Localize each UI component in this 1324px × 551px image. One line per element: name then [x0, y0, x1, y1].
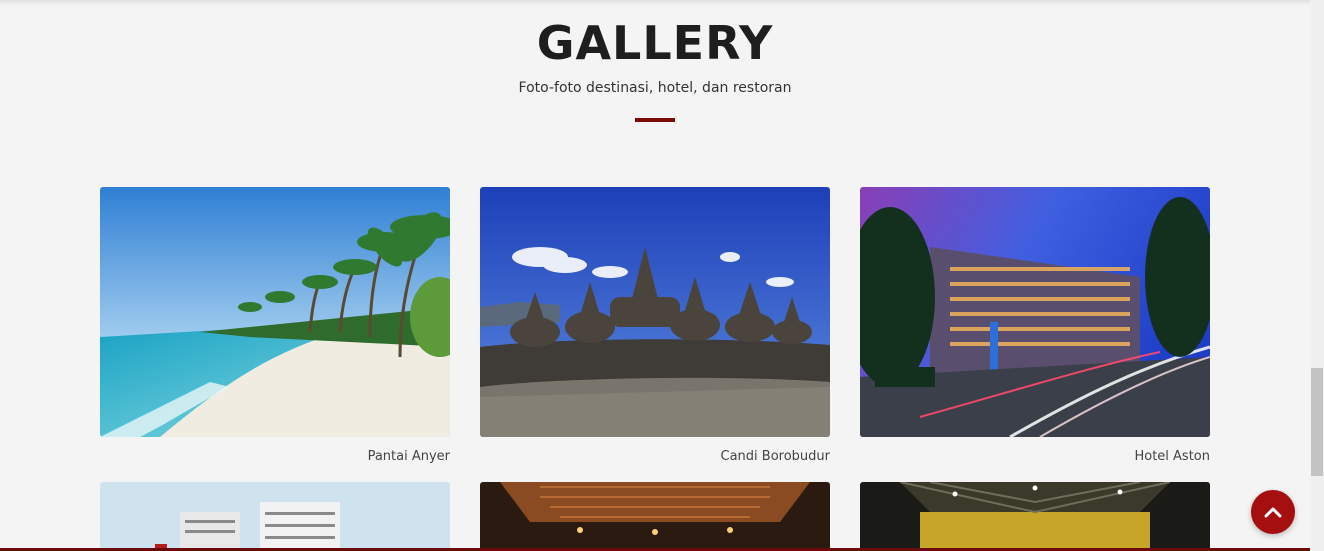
gallery-photo-beach[interactable] [100, 187, 450, 437]
gallery-item-candi-borobudur[interactable]: Candi Borobudur [480, 187, 830, 464]
chevron-up-icon [1264, 507, 1282, 518]
gallery-item-pantai-anyer[interactable]: Pantai Anyer [100, 187, 450, 464]
gallery-grid: Pantai Anyer Candi Borobudur Hotel Aston [0, 0, 1310, 551]
gallery-item-4[interactable] [100, 482, 450, 551]
hotel-image [860, 187, 1210, 437]
gallery-photo-apartments[interactable] [100, 482, 450, 551]
gallery-caption: Candi Borobudur [720, 449, 831, 464]
beach-image [100, 187, 450, 437]
gallery-photo-temple[interactable] [480, 187, 830, 437]
temple-image [480, 187, 830, 437]
gallery-caption: Hotel Aston [1134, 449, 1210, 464]
hall-image [860, 482, 1210, 551]
gallery-photo-restaurant[interactable] [480, 482, 830, 551]
apartments-image [100, 482, 450, 551]
scrollbar-thumb[interactable] [1311, 368, 1323, 476]
back-to-top-button[interactable] [1251, 490, 1295, 534]
gallery-caption: Pantai Anyer [367, 449, 450, 464]
gallery-item-hotel-aston[interactable]: Hotel Aston [860, 187, 1210, 464]
gallery-photo-hotel[interactable] [860, 187, 1210, 437]
gallery-item-5[interactable] [480, 482, 830, 551]
gallery-item-6[interactable] [860, 482, 1210, 551]
restaurant-image [480, 482, 830, 551]
gallery-photo-hall[interactable] [860, 482, 1210, 551]
